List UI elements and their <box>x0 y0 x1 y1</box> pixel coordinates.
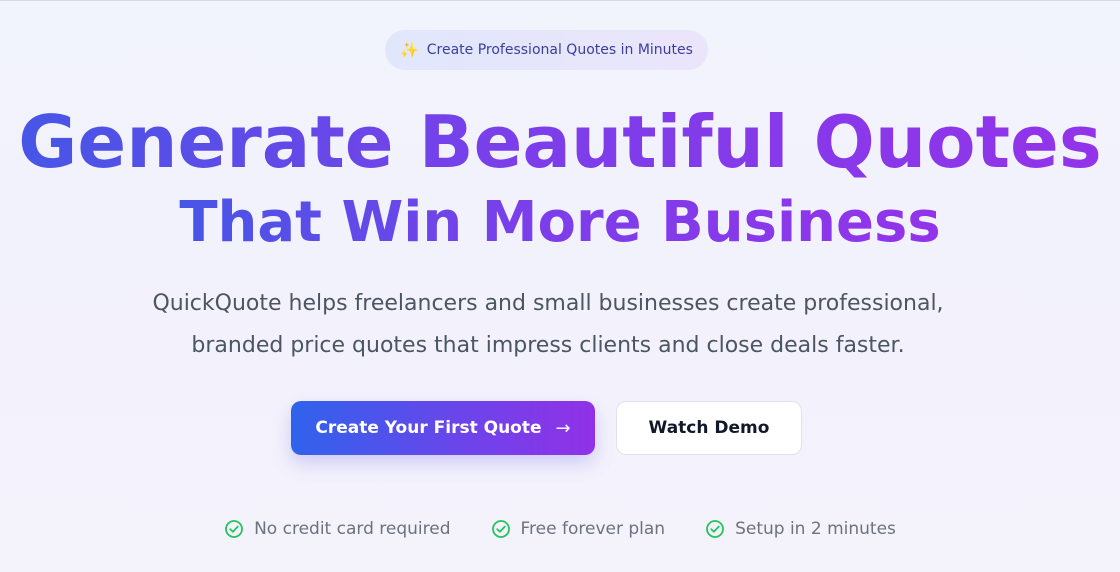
top-divider <box>0 0 1120 1</box>
subheadline-line-1: QuickQuote helps freelancers and small b… <box>152 291 944 316</box>
badge-text: Create Professional Quotes in Minutes <box>426 42 693 58</box>
feature-label: Free forever plan <box>520 519 666 539</box>
feature-label: No credit card required <box>254 519 451 539</box>
subheadline-line-2: branded price quotes that impress client… <box>191 333 905 358</box>
headline-line-1: Generate Beautiful Quotes <box>18 100 1102 184</box>
create-first-quote-button[interactable]: Create Your First Quote → <box>291 401 595 455</box>
check-circle-icon <box>225 520 243 538</box>
feature-item: Setup in 2 minutes <box>705 516 896 542</box>
arrow-right-icon: → <box>555 417 571 439</box>
create-first-quote-label: Create Your First Quote <box>315 418 542 438</box>
hero-section: ✨ Create Professional Quotes in Minutes … <box>0 0 1120 572</box>
feature-list: No credit card required Free forever pla… <box>0 516 1120 542</box>
check-circle-icon <box>491 520 510 538</box>
feature-label: Setup in 2 minutes <box>735 519 896 539</box>
headline-line-2: That Win More Business <box>179 190 941 255</box>
announcement-badge: ✨ Create Professional Quotes in Minutes <box>385 30 708 70</box>
watch-demo-button[interactable]: Watch Demo <box>616 401 802 455</box>
sparkle-icon: ✨ <box>400 41 419 59</box>
feature-item: No credit card required <box>224 516 451 542</box>
check-circle-icon <box>706 520 724 538</box>
watch-demo-label: Watch Demo <box>648 418 770 438</box>
feature-item: Free forever plan <box>491 516 666 542</box>
subheadline: QuickQuote helps freelancers and small b… <box>100 283 996 367</box>
